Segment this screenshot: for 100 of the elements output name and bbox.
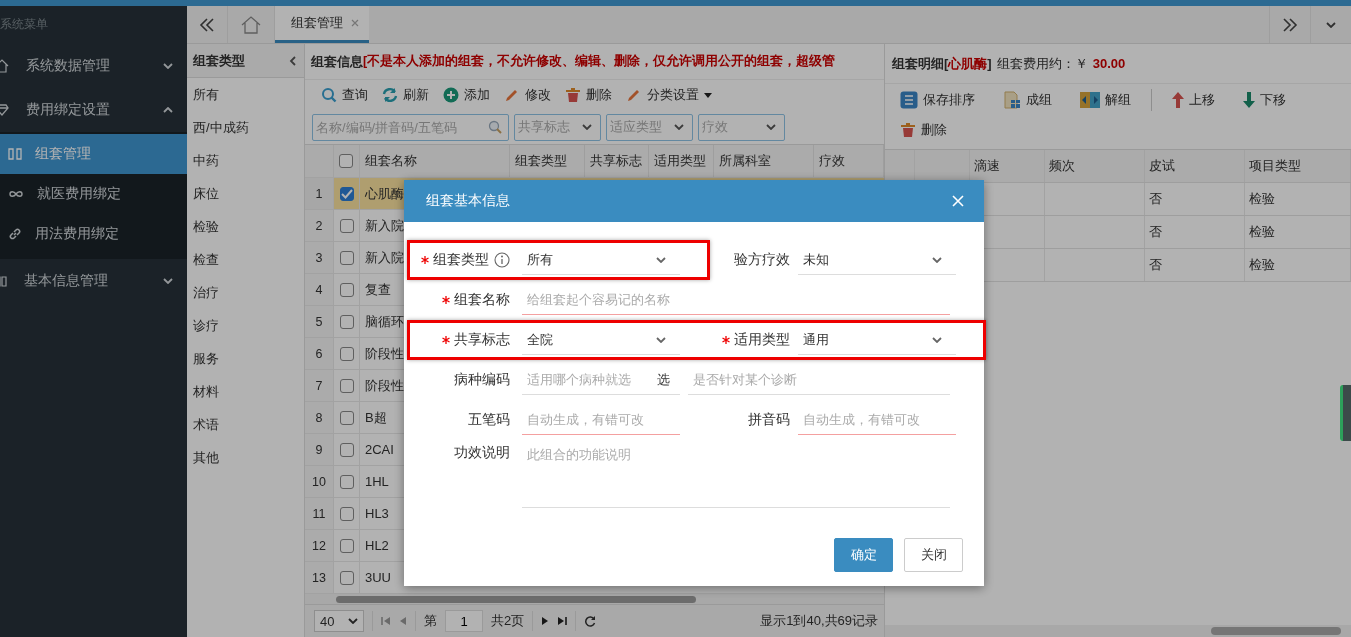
chevron-down-icon: [932, 256, 942, 263]
checkbox[interactable]: [339, 538, 354, 553]
row-number: 7: [305, 370, 334, 401]
checkbox[interactable]: [339, 186, 354, 201]
panel-title: 组套类型: [193, 51, 245, 70]
first-page-icon: [381, 616, 391, 626]
checkbox[interactable]: [339, 250, 354, 265]
table-cell: 3UU: [365, 570, 391, 585]
row-number: 6: [305, 338, 334, 369]
column-header[interactable]: 项目类型: [1245, 150, 1351, 182]
category-item[interactable]: 床位: [187, 177, 304, 210]
split-arrows-icon: [1080, 92, 1100, 108]
toolbar-button[interactable]: 修改: [504, 86, 551, 104]
page-input[interactable]: 1: [445, 610, 483, 632]
toolbar-button[interactable]: 删除: [900, 119, 947, 141]
category-item[interactable]: 检查: [187, 243, 304, 276]
column-header[interactable]: 皮试: [1145, 150, 1245, 182]
category-item[interactable]: 所有: [187, 78, 304, 111]
category-item[interactable]: 材料: [187, 375, 304, 408]
page-label: 第: [424, 612, 437, 630]
select-field[interactable]: 所有: [522, 245, 680, 275]
select-field[interactable]: 通用: [798, 325, 956, 355]
toolbar-button[interactable]: 下移: [1243, 89, 1286, 111]
table-cell: HL3: [365, 506, 389, 521]
category-item[interactable]: 诊疗: [187, 309, 304, 342]
field-label: 适用类型: [734, 331, 790, 349]
checkbox[interactable]: [339, 506, 354, 521]
checkbox[interactable]: [339, 378, 354, 393]
table-cell: 否: [1145, 249, 1245, 281]
column-header[interactable]: 疗效: [814, 145, 884, 177]
pencil-icon: [626, 87, 642, 103]
close-button[interactable]: 关闭: [904, 538, 963, 572]
checkbox[interactable]: [339, 282, 354, 297]
row-number: 8: [305, 402, 334, 433]
table-cell: 阶段性: [365, 376, 404, 395]
column-header[interactable]: 频次: [1045, 150, 1145, 182]
checkbox[interactable]: [339, 410, 354, 425]
category-item[interactable]: 其他: [187, 441, 304, 474]
caret-down-icon: [704, 92, 712, 98]
checkbox[interactable]: [339, 218, 354, 233]
plus-circle-icon: [443, 87, 459, 103]
toolbar-button[interactable]: 添加: [443, 86, 490, 104]
menu-item[interactable]: 费用绑定设置: [0, 88, 187, 132]
row-number: 13: [305, 562, 334, 593]
column-header[interactable]: 组套名称: [359, 145, 510, 177]
checkbox[interactable]: [339, 346, 354, 361]
table-cell: 复查: [365, 280, 391, 299]
category-item[interactable]: 服务: [187, 342, 304, 375]
double-chevron-left-icon: [199, 17, 215, 32]
table-cell: 否: [1145, 183, 1245, 215]
column-header[interactable]: 共享标志: [584, 145, 650, 177]
toolbar-button[interactable]: 查询: [321, 86, 368, 104]
column-header[interactable]: 所属科室: [714, 145, 815, 177]
submenu-item[interactable]: 就医费用绑定: [0, 174, 187, 214]
category-item[interactable]: 中药: [187, 144, 304, 177]
menu-item[interactable]: 系统数据管理: [0, 44, 187, 88]
checkbox[interactable]: [339, 570, 354, 585]
category-item[interactable]: 西/中成药: [187, 111, 304, 144]
menu-item[interactable]: 基本信息管理: [0, 259, 187, 303]
submenu-item[interactable]: 用法费用绑定: [0, 214, 187, 254]
column-header[interactable]: 组套类型: [509, 145, 585, 177]
checkbox[interactable]: [339, 154, 354, 168]
tab[interactable]: 组套管理: [275, 6, 369, 43]
toolbar-button[interactable]: 上移: [1172, 89, 1215, 111]
checkbox[interactable]: [339, 314, 354, 329]
search-field[interactable]: 名称/编码/拼音码/五笔码: [312, 113, 509, 141]
input-field[interactable]: 适用哪个病种就选 选: [522, 365, 680, 395]
field-label: 共享标志: [454, 331, 510, 349]
side-handle[interactable]: [1340, 385, 1351, 441]
select-field[interactable]: 全院: [522, 325, 680, 355]
search-icon: [321, 87, 337, 103]
field-label: 五笔码: [468, 411, 510, 429]
checkbox[interactable]: [339, 474, 354, 489]
checkbox[interactable]: [339, 442, 354, 457]
row-number: 5: [305, 306, 334, 337]
dialog-title: 组套基本信息: [426, 192, 510, 210]
pick-button[interactable]: 选: [657, 370, 670, 389]
category-item[interactable]: 术语: [187, 408, 304, 441]
table-cell: 心肌酶: [365, 184, 404, 203]
toolbar-button[interactable]: 解组: [1080, 89, 1131, 111]
confirm-button[interactable]: 确定: [834, 538, 893, 572]
scrollbar-thumb[interactable]: [1211, 627, 1341, 635]
scrollbar-thumb[interactable]: [336, 595, 696, 603]
chevron-down-icon: [348, 618, 358, 624]
detail-title: 组套明细[心肌酶] 组套费用约：￥ 30.00: [885, 44, 1351, 84]
page-size-select[interactable]: 40: [314, 610, 364, 632]
toolbar-button[interactable]: 保存排序: [900, 89, 975, 111]
close-icon: [952, 195, 964, 207]
toolbar-button[interactable]: 成组: [1003, 89, 1052, 111]
notice-text: [不是本人添加的组套，不允许修改、编辑、删除，仅允许调用公开的组套，超级管: [363, 53, 836, 70]
select-field[interactable]: 未知: [798, 245, 956, 275]
chevron-down-icon: [163, 63, 173, 69]
category-item[interactable]: 检验: [187, 210, 304, 243]
category-item[interactable]: 治疗: [187, 276, 304, 309]
toolbar-button[interactable]: 分类设置: [626, 86, 712, 104]
column-header[interactable]: 适用类型: [649, 145, 715, 177]
toolbar-button[interactable]: 删除: [565, 86, 612, 104]
table-cell: 阶段性: [365, 344, 404, 363]
toolbar-button[interactable]: 刷新: [382, 86, 429, 104]
infinity-icon: [8, 189, 24, 199]
